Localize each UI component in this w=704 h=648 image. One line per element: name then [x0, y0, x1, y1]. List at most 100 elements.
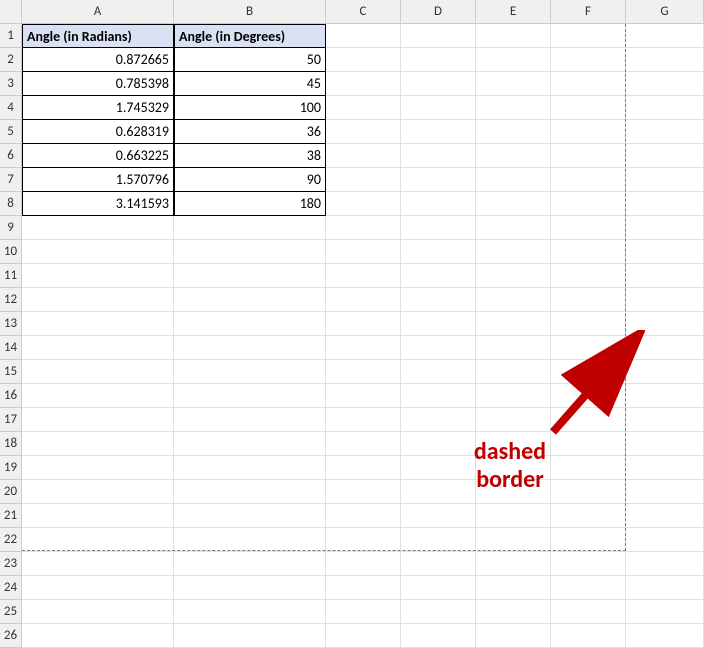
- cell-D15[interactable]: [401, 360, 476, 384]
- cell-F5[interactable]: [551, 120, 626, 144]
- cell-D5[interactable]: [401, 120, 476, 144]
- cell-G17[interactable]: [626, 408, 704, 432]
- cell-B3[interactable]: 45: [174, 72, 326, 96]
- cell-F12[interactable]: [551, 288, 626, 312]
- cell-D2[interactable]: [401, 48, 476, 72]
- cell-C17[interactable]: [326, 408, 401, 432]
- cell-B16[interactable]: [174, 384, 326, 408]
- row-header-3[interactable]: 3: [0, 72, 22, 96]
- column-header-C[interactable]: C: [326, 0, 401, 24]
- cell-G23[interactable]: [626, 552, 704, 576]
- cell-A15[interactable]: [22, 360, 174, 384]
- cell-G24[interactable]: [626, 576, 704, 600]
- cell-A18[interactable]: [22, 432, 174, 456]
- cell-G26[interactable]: [626, 624, 704, 648]
- cell-B25[interactable]: [174, 600, 326, 624]
- cell-E16[interactable]: [476, 384, 551, 408]
- cell-C22[interactable]: [326, 528, 401, 552]
- cell-E14[interactable]: [476, 336, 551, 360]
- cell-B12[interactable]: [174, 288, 326, 312]
- cell-B8[interactable]: 180: [174, 192, 326, 216]
- cell-F26[interactable]: [551, 624, 626, 648]
- cell-D22[interactable]: [401, 528, 476, 552]
- cell-E25[interactable]: [476, 600, 551, 624]
- row-header-22[interactable]: 22: [0, 528, 22, 552]
- cell-B15[interactable]: [174, 360, 326, 384]
- cell-C13[interactable]: [326, 312, 401, 336]
- cell-B21[interactable]: [174, 504, 326, 528]
- cell-A14[interactable]: [22, 336, 174, 360]
- cell-F7[interactable]: [551, 168, 626, 192]
- cell-B23[interactable]: [174, 552, 326, 576]
- cell-C18[interactable]: [326, 432, 401, 456]
- cell-C21[interactable]: [326, 504, 401, 528]
- cell-G13[interactable]: [626, 312, 704, 336]
- cell-C14[interactable]: [326, 336, 401, 360]
- cell-B20[interactable]: [174, 480, 326, 504]
- cell-A1[interactable]: Angle (in Radians): [22, 24, 174, 48]
- cell-E2[interactable]: [476, 48, 551, 72]
- row-header-14[interactable]: 14: [0, 336, 22, 360]
- cell-F19[interactable]: [551, 456, 626, 480]
- cell-B6[interactable]: 38: [174, 144, 326, 168]
- row-header-25[interactable]: 25: [0, 600, 22, 624]
- cell-F10[interactable]: [551, 240, 626, 264]
- cell-E9[interactable]: [476, 216, 551, 240]
- cell-D18[interactable]: [401, 432, 476, 456]
- cell-C10[interactable]: [326, 240, 401, 264]
- cell-D20[interactable]: [401, 480, 476, 504]
- cell-A3[interactable]: 0.785398: [22, 72, 174, 96]
- row-header-10[interactable]: 10: [0, 240, 22, 264]
- cell-B22[interactable]: [174, 528, 326, 552]
- cell-E19[interactable]: [476, 456, 551, 480]
- cell-A2[interactable]: 0.872665: [22, 48, 174, 72]
- cell-A25[interactable]: [22, 600, 174, 624]
- column-header-B[interactable]: B: [174, 0, 326, 24]
- cell-F20[interactable]: [551, 480, 626, 504]
- row-header-9[interactable]: 9: [0, 216, 22, 240]
- cell-B5[interactable]: 36: [174, 120, 326, 144]
- cell-C8[interactable]: [326, 192, 401, 216]
- cell-B17[interactable]: [174, 408, 326, 432]
- cell-G25[interactable]: [626, 600, 704, 624]
- cell-D10[interactable]: [401, 240, 476, 264]
- cell-C26[interactable]: [326, 624, 401, 648]
- cell-A21[interactable]: [22, 504, 174, 528]
- row-header-8[interactable]: 8: [0, 192, 22, 216]
- cell-E3[interactable]: [476, 72, 551, 96]
- cell-E4[interactable]: [476, 96, 551, 120]
- cell-A4[interactable]: 1.745329: [22, 96, 174, 120]
- cell-F22[interactable]: [551, 528, 626, 552]
- cell-C9[interactable]: [326, 216, 401, 240]
- cell-E8[interactable]: [476, 192, 551, 216]
- cell-F13[interactable]: [551, 312, 626, 336]
- cell-A5[interactable]: 0.628319: [22, 120, 174, 144]
- cell-D14[interactable]: [401, 336, 476, 360]
- cell-F23[interactable]: [551, 552, 626, 576]
- cell-F4[interactable]: [551, 96, 626, 120]
- cell-D21[interactable]: [401, 504, 476, 528]
- cell-F1[interactable]: [551, 24, 626, 48]
- cell-F2[interactable]: [551, 48, 626, 72]
- cell-D17[interactable]: [401, 408, 476, 432]
- cell-E26[interactable]: [476, 624, 551, 648]
- cell-E5[interactable]: [476, 120, 551, 144]
- row-header-19[interactable]: 19: [0, 456, 22, 480]
- cell-C25[interactable]: [326, 600, 401, 624]
- cell-F8[interactable]: [551, 192, 626, 216]
- cell-D9[interactable]: [401, 216, 476, 240]
- cell-D11[interactable]: [401, 264, 476, 288]
- cell-F3[interactable]: [551, 72, 626, 96]
- cell-F17[interactable]: [551, 408, 626, 432]
- cell-G5[interactable]: [626, 120, 704, 144]
- cell-G1[interactable]: [626, 24, 704, 48]
- cell-A10[interactable]: [22, 240, 174, 264]
- cell-A23[interactable]: [22, 552, 174, 576]
- cell-E18[interactable]: [476, 432, 551, 456]
- row-header-7[interactable]: 7: [0, 168, 22, 192]
- cell-B19[interactable]: [174, 456, 326, 480]
- cell-A19[interactable]: [22, 456, 174, 480]
- cell-G7[interactable]: [626, 168, 704, 192]
- cell-G14[interactable]: [626, 336, 704, 360]
- cell-E7[interactable]: [476, 168, 551, 192]
